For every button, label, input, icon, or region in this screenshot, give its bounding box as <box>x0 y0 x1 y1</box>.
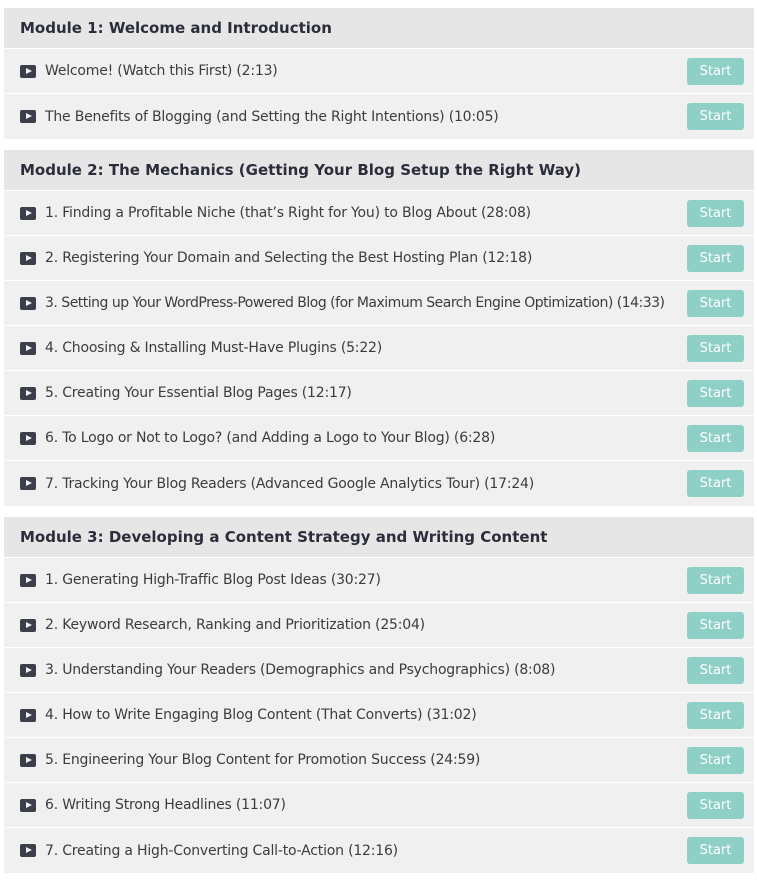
lesson-row[interactable]: 7. Creating a High-Converting Call-to-Ac… <box>4 828 754 873</box>
lesson-title[interactable]: 7. Tracking Your Blog Readers (Advanced … <box>45 476 687 492</box>
start-button[interactable]: Start <box>687 470 744 497</box>
module-title: Module 1: Welcome and Introduction <box>20 19 332 37</box>
start-button[interactable]: Start <box>687 746 744 774</box>
start-button[interactable]: Start <box>687 379 744 407</box>
module-1: Module 1: Welcome and Introduction Welco… <box>4 8 754 139</box>
lesson-row[interactable]: Welcome! (Watch this First) (2:13) Start <box>4 49 754 94</box>
start-button[interactable]: Start <box>687 611 744 639</box>
lesson-row[interactable]: 3. Setting up Your WordPress-Powered Blo… <box>4 281 754 326</box>
lesson-title[interactable]: 3. Setting up Your WordPress-Powered Blo… <box>45 295 687 311</box>
lesson-title[interactable]: 5. Engineering Your Blog Content for Pro… <box>45 752 687 768</box>
lesson-row[interactable]: 1. Generating High-Traffic Blog Post Ide… <box>4 558 754 603</box>
lesson-title[interactable]: 1. Finding a Profitable Niche (that’s Ri… <box>45 205 687 221</box>
lesson-row[interactable]: 1. Finding a Profitable Niche (that’s Ri… <box>4 191 754 236</box>
video-play-icon <box>20 477 36 490</box>
video-play-icon <box>20 386 36 400</box>
lesson-title[interactable]: Welcome! (Watch this First) (2:13) <box>45 63 687 79</box>
video-play-icon <box>20 64 36 78</box>
lesson-title[interactable]: 4. Choosing & Installing Must-Have Plugi… <box>45 340 687 356</box>
start-button[interactable]: Start <box>687 334 744 362</box>
start-button[interactable]: Start <box>687 244 744 272</box>
video-play-icon <box>20 431 36 445</box>
video-play-icon <box>20 573 36 587</box>
video-play-icon <box>20 206 36 220</box>
lesson-row[interactable]: 2. Registering Your Domain and Selecting… <box>4 236 754 281</box>
start-button[interactable]: Start <box>687 424 744 452</box>
start-button[interactable]: Start <box>687 656 744 684</box>
video-play-icon <box>20 251 36 265</box>
lesson-title[interactable]: 7. Creating a High-Converting Call-to-Ac… <box>45 843 687 859</box>
start-button[interactable]: Start <box>687 103 744 130</box>
video-play-icon <box>20 618 36 632</box>
lesson-row[interactable]: 5. Creating Your Essential Blog Pages (1… <box>4 371 754 416</box>
video-play-icon <box>20 708 36 722</box>
course-curriculum: Module 1: Welcome and Introduction Welco… <box>0 0 757 873</box>
lesson-title[interactable]: 3. Understanding Your Readers (Demograph… <box>45 662 687 678</box>
video-play-icon <box>20 296 36 310</box>
video-play-icon <box>20 663 36 677</box>
lesson-row[interactable]: 4. Choosing & Installing Must-Have Plugi… <box>4 326 754 371</box>
module-header: Module 1: Welcome and Introduction <box>4 8 754 49</box>
lesson-title[interactable]: The Benefits of Blogging (and Setting th… <box>45 109 687 125</box>
start-button[interactable]: Start <box>687 57 744 85</box>
start-button[interactable]: Start <box>687 701 744 729</box>
lesson-row[interactable]: 4. How to Write Engaging Blog Content (T… <box>4 693 754 738</box>
start-button[interactable]: Start <box>687 837 744 864</box>
lesson-title[interactable]: 4. How to Write Engaging Blog Content (T… <box>45 707 687 723</box>
lesson-title[interactable]: 6. To Logo or Not to Logo? (and Adding a… <box>45 430 687 446</box>
video-play-icon <box>20 110 36 123</box>
module-header: Module 3: Developing a Content Strategy … <box>4 517 754 558</box>
video-play-icon <box>20 844 36 857</box>
video-play-icon <box>20 753 36 767</box>
lesson-row[interactable]: 6. To Logo or Not to Logo? (and Adding a… <box>4 416 754 461</box>
start-button[interactable]: Start <box>687 791 744 819</box>
start-button[interactable]: Start <box>687 199 744 227</box>
lesson-title[interactable]: 2. Keyword Research, Ranking and Priorit… <box>45 617 687 633</box>
lesson-row[interactable]: 7. Tracking Your Blog Readers (Advanced … <box>4 461 754 506</box>
module-header: Module 2: The Mechanics (Getting Your Bl… <box>4 150 754 191</box>
start-button[interactable]: Start <box>687 566 744 594</box>
lesson-title[interactable]: 6. Writing Strong Headlines (11:07) <box>45 797 687 813</box>
module-3: Module 3: Developing a Content Strategy … <box>4 517 754 873</box>
start-button[interactable]: Start <box>687 289 744 317</box>
lesson-title[interactable]: 5. Creating Your Essential Blog Pages (1… <box>45 385 687 401</box>
module-title: Module 2: The Mechanics (Getting Your Bl… <box>20 161 582 179</box>
lesson-row[interactable]: The Benefits of Blogging (and Setting th… <box>4 94 754 139</box>
lesson-title[interactable]: 1. Generating High-Traffic Blog Post Ide… <box>45 572 687 588</box>
lesson-row[interactable]: 6. Writing Strong Headlines (11:07) Star… <box>4 783 754 828</box>
video-play-icon <box>20 341 36 355</box>
lesson-row[interactable]: 3. Understanding Your Readers (Demograph… <box>4 648 754 693</box>
lesson-row[interactable]: 5. Engineering Your Blog Content for Pro… <box>4 738 754 783</box>
module-2: Module 2: The Mechanics (Getting Your Bl… <box>4 150 754 506</box>
video-play-icon <box>20 798 36 812</box>
lesson-row[interactable]: 2. Keyword Research, Ranking and Priorit… <box>4 603 754 648</box>
lesson-title[interactable]: 2. Registering Your Domain and Selecting… <box>45 250 687 266</box>
module-title: Module 3: Developing a Content Strategy … <box>20 528 548 546</box>
